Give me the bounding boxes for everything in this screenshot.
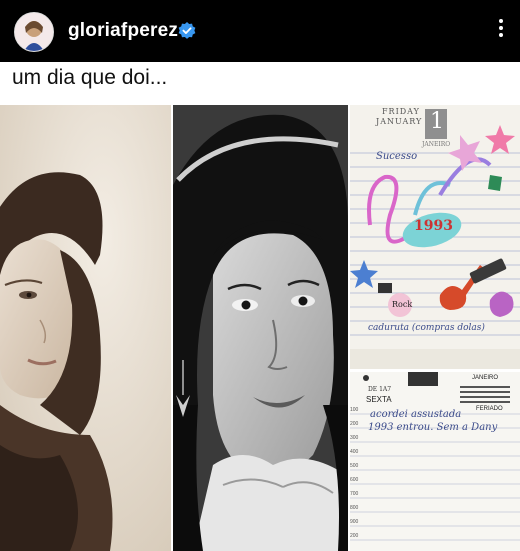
hour-label: 500: [350, 463, 359, 469]
portrait-illustration: [173, 105, 348, 551]
hour-label: 200: [350, 533, 359, 539]
hour-label: 900: [350, 519, 359, 525]
diary-handwriting-2: caduruta (compras dolas): [368, 323, 485, 333]
diary-month-pt: JANEIRO: [422, 141, 451, 148]
diary-handwriting-line-2: 1993 entrou. Sem a Dany: [368, 422, 498, 433]
diary-weekday-en: FRIDAY: [382, 107, 420, 116]
portrait-illustration: [0, 105, 171, 551]
diary-page-bottom: DE 1A7 SEXTA JANEIRO FERIADO acordei ass…: [350, 372, 520, 551]
more-vertical-icon[interactable]: [498, 19, 504, 43]
diary-weekday-pt: SEXTA: [366, 395, 392, 404]
rock-sticker: Rock: [392, 300, 413, 309]
hour-label: 200: [350, 421, 359, 427]
hour-label: 700: [350, 491, 359, 497]
calendar-month: JANEIRO: [472, 375, 499, 381]
hour-label: 100: [350, 407, 359, 413]
diary-handwriting-line-1: acordei assustada: [370, 409, 462, 420]
photo-sepia-portrait: [0, 105, 171, 551]
post-header: gloriafperez: [0, 0, 520, 62]
hour-label: 400: [350, 449, 359, 455]
diary-date-code: DE 1A7: [368, 386, 392, 393]
verified-badge-icon: [178, 22, 196, 39]
avatar-image: [15, 13, 53, 51]
post-caption: um dia que doi...: [12, 66, 168, 89]
year-sticker: 1993: [414, 218, 453, 234]
diary-month-en: JANUARY: [376, 117, 423, 126]
diary-handwriting-1: Sucesso: [376, 151, 418, 162]
diary-page-top: FRIDAY JANUARY 1 JANEIRO Sucesso 1993 Ro…: [350, 105, 520, 369]
profile-avatar[interactable]: [14, 12, 54, 52]
holiday-label: FERIADO: [476, 406, 503, 412]
username-link[interactable]: gloriafperez: [68, 20, 178, 42]
hour-label: 300: [350, 435, 359, 441]
photo-bw-portrait: [173, 105, 348, 551]
hour-label: 600: [350, 477, 359, 483]
diary-day-number: 1: [430, 109, 444, 134]
hour-label: 800: [350, 505, 359, 511]
